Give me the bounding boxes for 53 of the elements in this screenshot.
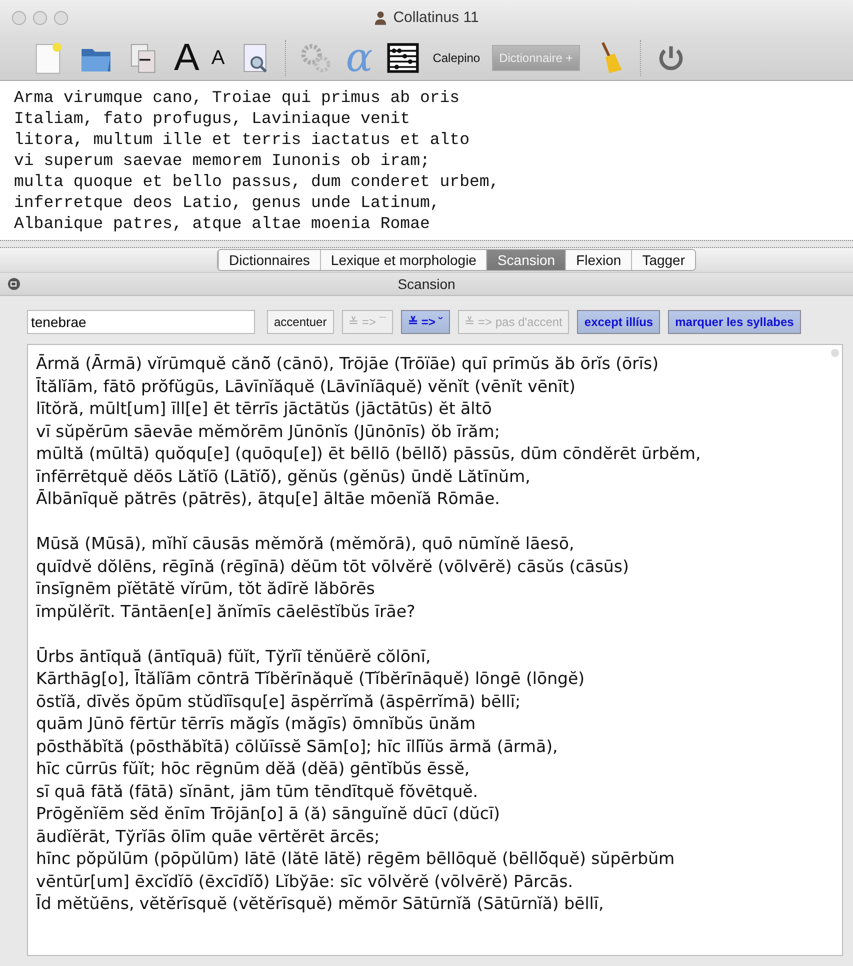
scanned-verse-line: hīnc pŏpŭlūm (pōpŭlūm) lātē (lătē lātĕ) rēgēm bēllōquĕ (bēllō̆quĕ) sŭpērbŭm — [36, 848, 676, 870]
scanned-verse-line: Ūrbs āntīquă (āntīquā) fŭĭt, Tўrĭī tĕnŭērĕ cŏlōnī, — [36, 646, 432, 668]
scanned-verse-line: Ālbānīquĕ pătrēs (pātrēs), ātqu[e] āltāe mōenĭă Rōmāe. — [36, 488, 501, 510]
tab[interactable]: Tagger — [631, 250, 696, 270]
scanned-verse-line: Prōgĕnĭēm sĕd ĕnīm Trōjān[o] ā (ă) sānguĭnĕ dūcī (dŭcī) — [36, 803, 501, 825]
scanned-verse-line: sī quā fātă (fātā) sĭnānt, jām tūm tēndītquĕ fŏvētquĕ. — [36, 780, 480, 802]
scanned-verse-line: Ārmă (Ārmā) vĭrūmquĕ cănō̆ (cānō), Trōjāe (Trōïāe) quī prīmŭs ăb ōrĭs (ōrīs) — [36, 353, 660, 375]
scanned-verse-line: Īd mĕtŭēns, vĕtĕrīsquĕ (vĕtĕrīsquĕ) mĕmōr Sātūrnĭă (Sātūrnĭă) bēllī, — [36, 893, 605, 915]
scanned-verse-line: vī sŭpĕrūm sāevāe mĕmŏrēm Jūnōnĭs (Jūnōnīs) ŏb īrăm; — [36, 420, 501, 442]
window-control-icon[interactable] — [33, 11, 47, 25]
scanned-verse-line: quām Jūnō fērtūr tērrīs măgĭs (măgīs) ōmnĭbŭs ūnăm — [36, 713, 477, 735]
scanned-verse-line: pōsthăbĭtă (pōsthăbĭtā) cōlŭīssĕ Sām[o]; hīc īllĭ̄ŭs ārmă (ārmā), — [36, 736, 559, 758]
scanned-verse-line: mūltă (mūltā) quŏqu[e] (quōqu[e]) ēt bēllō (bēllō̆) pāssūs, dūm cōndĕrēt ūrbĕm, — [36, 443, 702, 465]
word-input-field[interactable]: tenebrae — [27, 310, 255, 334]
tab[interactable]: Lexique et morphologie — [320, 250, 486, 270]
text-editor[interactable] — [0, 80, 853, 240]
tab[interactable]: Flexion — [565, 250, 632, 270]
float-panel-icon[interactable] — [8, 278, 20, 290]
editor-line: Arma virumque cano, Troiae qui primus ab oris — [14, 87, 461, 108]
window-control-icon[interactable] — [12, 11, 26, 25]
editor-line: Albanique patres, atque altae moenia Romae — [14, 213, 431, 234]
tab[interactable]: Scansion — [486, 250, 566, 270]
scanned-verse-line: īnfērrētquĕ dĕōs Lătĭō (Lātĭō̆), gĕnŭs (gĕnūs) ūndĕ Lătīnŭm, — [36, 466, 532, 488]
calepino-button[interactable]: Calepino — [432, 51, 480, 65]
scanned-verse-line: Kārthāg[o], Ītălĭām cōntrā Tĭbĕrīnăquĕ (Tĭbĕrīnāquĕ) lōngē (lōngĕ) — [36, 668, 586, 690]
editor-line: inferretque deos Latio, genus unde Latinum, — [14, 192, 441, 213]
option-button[interactable]: ≚ => ˘ — [401, 310, 450, 334]
editor-line: multa quoque et bello passus, dum conderet urbem, — [14, 171, 500, 192]
scanned-verse-line: Mūsă (Mūsā), mĭhĭ cāusās mĕmŏră (mĕmŏrā), quō nūmĭnĕ lāesō, — [36, 533, 576, 555]
window-control-icon[interactable] — [54, 11, 68, 25]
scroll-bar[interactable] — [831, 349, 839, 357]
editor-line: litora, multum ille et terris iactatus et alto — [14, 129, 470, 150]
scanned-verse-line: īnsīgnēm pĭĕtātĕ vĭrūm, tŏt ădīrĕ lăbōrēs — [36, 578, 376, 600]
person-icon — [374, 10, 388, 25]
scanned-verse-line: āudĭĕrāt, Tўrĭās ōlīm quāe vērtĕrēt ārcēs; — [36, 826, 381, 848]
tab[interactable]: Dictionnaires — [218, 250, 320, 270]
font-size-increase-button[interactable]: A — [174, 38, 200, 78]
font-size-decrease-button[interactable]: A — [211, 46, 225, 70]
editor-line: Italiam, fato profugus, Laviniaque venit — [14, 108, 412, 129]
scanned-verse-line: vēntūr[um] ēxcĭdĭō (ēxcīdĭō̆) Lĭbўāe: sīc vōlvĕrĕ (vōlvērĕ) Pārcās. — [36, 870, 574, 892]
scanned-verse-line: quīdvĕ dŏlēns, rēgīnă (rēgīnā) dĕūm tōt vōlvĕrĕ (vōlvērĕ) cāsŭs (cāsūs) — [36, 556, 630, 578]
editor-line: vi superum saevae memorem Iunonis ob iram; — [14, 150, 431, 171]
option-button[interactable]: marquer les syllabes — [668, 310, 801, 334]
window-title: Collatinus 11 — [393, 9, 479, 26]
panel-title: Scansion — [398, 276, 456, 292]
option-button[interactable]: except illíus — [577, 310, 660, 334]
abacus-icon[interactable] — [384, 40, 421, 76]
scanned-verse-line: īmpŭlĕrīt. Tāntāen[e] ănĭmīs cāelēstĭbŭs īrāe? — [36, 600, 416, 622]
scanned-verse-line: Ītălĭām, fātō prŏfŭgūs, Lāvīnĭăquĕ (Lāvīnĭāquĕ) vĕnĭt (vēnĭt vēnīt) — [36, 376, 576, 398]
scanned-verse-line: hīc cūrrūs fŭĭt; hōc rēgnūm dĕă (dĕā) gēntĭbŭs ēssĕ, — [36, 758, 471, 780]
scanned-verse-line: ōstĭă, dīvĕs ŏpūm stŭdĭīsqu[e] āspĕrrĭmă (āspērrĭmā) bēllī; — [36, 690, 522, 712]
option-button[interactable]: accentuer — [267, 310, 334, 334]
scanned-verse-line: lītŏră, mūlt[um] īll[e] ēt tērrīs jāctātŭs (jāctātūs) ĕt āltō — [36, 398, 493, 420]
